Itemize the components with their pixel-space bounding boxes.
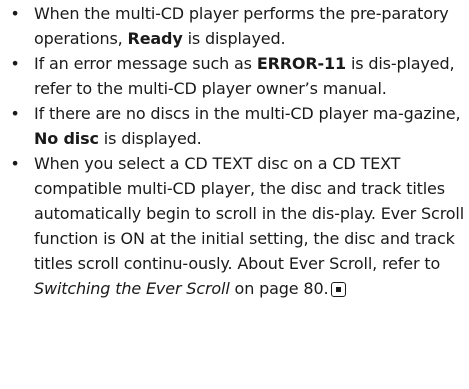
item-text: When you select a CD TEXT disc on a CD T… bbox=[34, 154, 465, 273]
item-text: If an error message such as bbox=[34, 54, 257, 73]
list-item: • When the multi-CD player performs the … bbox=[4, 1, 464, 51]
bullet: • bbox=[10, 104, 20, 123]
bullet: • bbox=[10, 54, 20, 73]
cross-reference-link[interactable]: Switching the Ever Scroll bbox=[34, 279, 230, 298]
end-of-section-icon bbox=[331, 282, 347, 297]
item-text: is displayed. bbox=[98, 129, 202, 148]
item-text: on page 80. bbox=[229, 279, 329, 298]
list-item: • If an error message such as ERROR-11 i… bbox=[4, 51, 464, 101]
item-text: is displayed. bbox=[182, 29, 286, 48]
emphasis-ready: Ready bbox=[127, 29, 183, 48]
bullet: • bbox=[10, 4, 20, 23]
document-body: • When the multi-CD player performs the … bbox=[4, 1, 464, 301]
list-item: • If there are no discs in the multi-CD … bbox=[4, 101, 464, 151]
list-item: • When you select a CD TEXT disc on a CD… bbox=[4, 151, 464, 301]
item-text: If there are no discs in the multi-CD pl… bbox=[34, 104, 461, 123]
emphasis-error-code: ERROR-11 bbox=[256, 54, 347, 73]
bullet: • bbox=[10, 154, 20, 173]
emphasis-no-disc: No disc bbox=[34, 129, 99, 148]
